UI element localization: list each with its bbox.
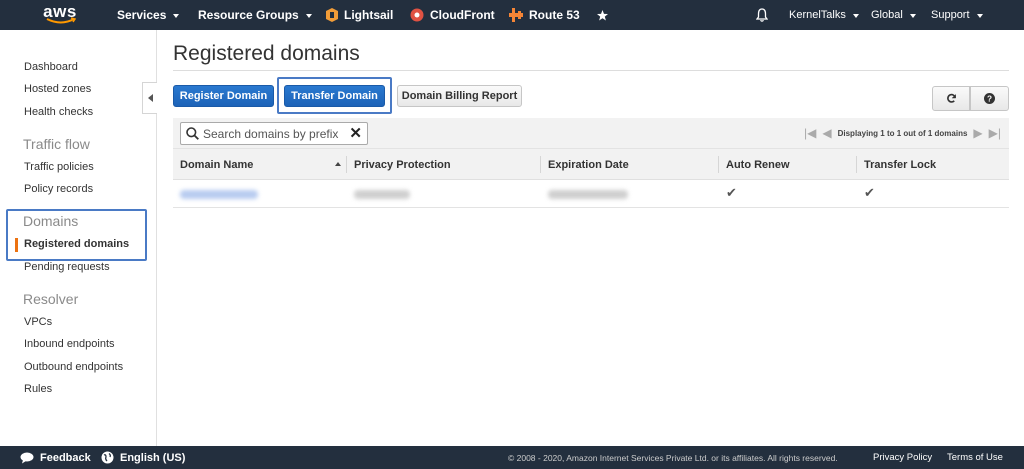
lightsail-shortcut[interactable]: Lightsail: [326, 0, 393, 30]
sidebar-item-rules[interactable]: Rules: [24, 383, 52, 395]
pagination: |◀ ◀ Displaying 1 to 1 out of 1 domains …: [804, 126, 1001, 140]
support-menu[interactable]: Support: [931, 0, 983, 30]
resource-groups-label: Resource Groups: [198, 8, 299, 22]
feedback-label: Feedback: [40, 451, 91, 464]
services-label: Services: [117, 8, 167, 22]
support-label: Support: [931, 9, 970, 21]
last-page-icon[interactable]: ▶|: [989, 126, 1001, 140]
chevron-down-icon: [173, 13, 180, 18]
account-label: KernelTalks: [789, 9, 846, 21]
table-header: Domain Name Privacy Protection Expiratio…: [173, 149, 1009, 180]
sidebar-item-dashboard[interactable]: Dashboard: [24, 61, 78, 73]
search-box: ✕: [180, 122, 368, 145]
language-label: English (US): [120, 451, 186, 464]
column-header-expiration-date[interactable]: Expiration Date: [548, 149, 629, 180]
search-icon: [186, 127, 199, 140]
region-label: Global: [871, 9, 903, 21]
chevron-down-icon: [909, 13, 916, 18]
clear-search-icon[interactable]: ✕: [349, 126, 362, 141]
chevron-down-icon: [852, 13, 859, 18]
globe-icon: [101, 451, 114, 464]
cloudfront-label: CloudFront: [430, 8, 495, 22]
transfer-domain-button[interactable]: Transfer Domain: [284, 85, 385, 107]
privacy-policy-link[interactable]: Privacy Policy: [873, 446, 932, 469]
resource-groups-menu[interactable]: Resource Groups: [198, 0, 312, 30]
sidebar-item-traffic-policies[interactable]: Traffic policies: [24, 161, 94, 173]
services-menu[interactable]: Services: [117, 0, 180, 30]
register-domain-button[interactable]: Register Domain: [173, 85, 274, 107]
feedback-link[interactable]: Feedback: [20, 446, 91, 469]
sidebar-item-health-checks[interactable]: Health checks: [24, 106, 93, 118]
help-button[interactable]: ?: [970, 86, 1009, 111]
cloudfront-icon: [410, 8, 424, 22]
sort-ascending-icon: [335, 162, 341, 166]
sidebar-item-pending-requests[interactable]: Pending requests: [24, 261, 110, 273]
chevron-left-icon: [147, 94, 153, 102]
terms-of-use-link[interactable]: Terms of Use: [947, 446, 1003, 469]
blurred-privacy-value: [354, 190, 410, 199]
column-separator: [856, 156, 857, 173]
auto-renew-check-icon: ✔: [726, 185, 737, 200]
copyright-text: © 2008 - 2020, Amazon Internet Services …: [508, 452, 838, 463]
column-header-transfer-lock[interactable]: Transfer Lock: [864, 149, 936, 180]
column-separator: [718, 156, 719, 173]
aws-logo[interactable]: aws: [30, 0, 90, 30]
sidebar-item-policy-records[interactable]: Policy records: [24, 183, 93, 195]
chevron-down-icon: [976, 13, 983, 18]
svg-text:?: ?: [987, 95, 992, 104]
lightsail-label: Lightsail: [344, 8, 394, 22]
blurred-domain-name[interactable]: [180, 190, 258, 199]
column-header-privacy-protection[interactable]: Privacy Protection: [354, 149, 451, 180]
sidebar-item-outbound-endpoints[interactable]: Outbound endpoints: [24, 361, 123, 373]
column-header-domain-name[interactable]: Domain Name: [180, 149, 253, 180]
footer: Feedback English (US) © 2008 - 2020, Ama…: [0, 446, 1024, 469]
route53-icon: [509, 8, 523, 22]
region-menu[interactable]: Global: [871, 0, 916, 30]
pin-shortcuts-button[interactable]: [597, 0, 608, 30]
domain-billing-report-button[interactable]: Domain Billing Report: [397, 85, 522, 107]
blurred-expiration-value: [548, 190, 628, 199]
chat-bubble-icon: [20, 452, 34, 463]
top-navigation-bar: aws Services Resource Groups Lightsail C…: [0, 0, 1024, 30]
route53-shortcut[interactable]: Route 53: [509, 0, 580, 30]
chevron-down-icon: [305, 13, 312, 18]
table-toolbar: ✕ |◀ ◀ Displaying 1 to 1 out of 1 domain…: [173, 118, 1009, 149]
route53-label: Route 53: [529, 8, 580, 22]
sidebar-item-hosted-zones[interactable]: Hosted zones: [24, 83, 91, 95]
cloudfront-shortcut[interactable]: CloudFront: [410, 0, 495, 30]
sidebar-item-inbound-endpoints[interactable]: Inbound endpoints: [24, 338, 115, 350]
page-title: Registered domains: [173, 42, 360, 65]
lightsail-icon: [326, 8, 338, 22]
language-selector[interactable]: English (US): [101, 446, 185, 469]
aws-smile-icon: [46, 17, 76, 24]
column-separator: [540, 156, 541, 173]
bell-icon: [756, 8, 768, 22]
sidebar-item-vpcs[interactable]: VPCs: [24, 316, 52, 328]
highlight-box-domains: [6, 209, 147, 261]
table-row[interactable]: ✔ ✔: [173, 180, 1009, 208]
title-divider: [173, 70, 1009, 71]
pin-icon: [597, 9, 608, 21]
column-header-auto-renew[interactable]: Auto Renew: [726, 149, 790, 180]
sidebar-section-traffic-flow: Traffic flow: [23, 136, 90, 152]
collapse-sidebar-button[interactable]: [142, 82, 157, 114]
column-separator: [346, 156, 347, 173]
account-menu[interactable]: KernelTalks: [789, 0, 859, 30]
first-page-icon[interactable]: |◀: [804, 126, 816, 140]
sidebar-section-resolver: Resolver: [23, 291, 79, 307]
transfer-lock-check-icon: ✔: [864, 185, 875, 200]
search-input[interactable]: [203, 126, 353, 141]
refresh-button[interactable]: [932, 86, 970, 111]
refresh-icon: [946, 93, 956, 103]
pagination-label: Displaying 1 to 1 out of 1 domains: [837, 128, 968, 138]
notifications-button[interactable]: [756, 0, 768, 30]
next-page-icon[interactable]: ▶: [973, 126, 982, 140]
selected-indicator: [15, 238, 18, 252]
prev-page-icon[interactable]: ◀: [822, 126, 831, 140]
help-icon: ?: [984, 93, 995, 104]
